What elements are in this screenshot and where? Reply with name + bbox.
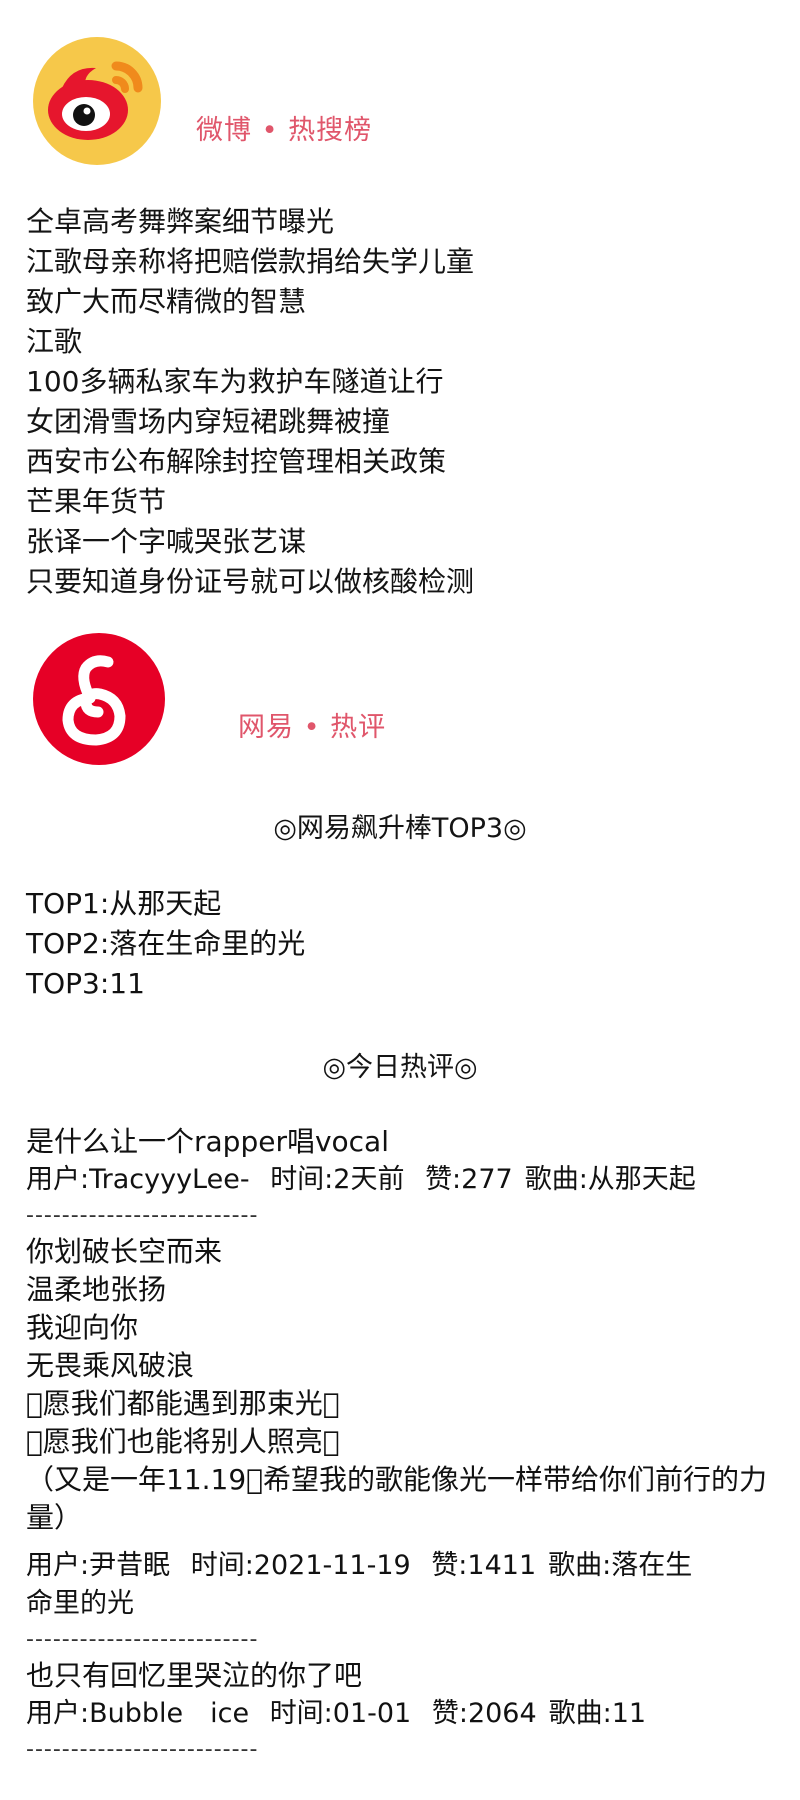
comment-likes: 赞:1411	[431, 1550, 537, 1581]
today-hot-comments-heading: ◎今日热评◎	[322, 1052, 478, 1083]
hot-comments-list: 是什么让一个rapper唱vocal 用户:TracyyyLee- 时间:2天前…	[26, 1123, 776, 1767]
comment-song[interactable]: 歌曲:从那天起	[525, 1164, 696, 1195]
hot-search-item[interactable]: 只要知道身份证号就可以做核酸检测	[26, 562, 474, 602]
comment-likes: 赞:277	[425, 1164, 513, 1195]
comment-time: 时间:2天前	[270, 1164, 405, 1195]
weibo-logo-icon	[33, 37, 161, 165]
hot-search-item[interactable]: 100多辆私家车为救护车隧道让行	[26, 362, 474, 402]
hot-search-item[interactable]: 致广大而尽精微的智慧	[26, 282, 474, 322]
weibo-section-title: 微博 • 热搜榜	[196, 115, 373, 146]
comment-text: 你划破长空而来	[26, 1235, 223, 1268]
top3-list: TOP1:从那天起 TOP2:落在生命里的光 TOP3:11	[26, 884, 305, 1004]
divider: --------------------------	[26, 1737, 259, 1762]
comment-user[interactable]: 用户:Bubble ice	[26, 1698, 249, 1729]
comment-item: 是什么让一个rapper唱vocal 用户:TracyyyLee- 时间:2天前…	[26, 1123, 776, 1199]
divider: --------------------------	[26, 1627, 259, 1652]
comment-text: 󾓮愿我们都能遇到那束光󾓮	[26, 1387, 340, 1420]
comment-meta: 用户:Bubble ice 时间:01-01 赞:2064 歌曲:11	[26, 1695, 776, 1733]
hot-search-item[interactable]: 西安市公布解除封控管理相关政策	[26, 442, 474, 482]
comment-text: 也只有回忆里哭泣的你了吧	[26, 1659, 363, 1692]
divider: --------------------------	[26, 1203, 259, 1228]
comment-item: 你划破长空而来 温柔地张扬 我迎向你 无畏乘风破浪 󾓮愿我们都能遇到那束光󾓮 󾓮…	[26, 1233, 776, 1623]
netease-section-title: 网易 • 热评	[238, 712, 387, 743]
comment-song[interactable]: 歌曲:11	[549, 1698, 646, 1729]
comment-user[interactable]: 用户:TracyyyLee-	[26, 1164, 250, 1195]
top3-heading: ◎网易飙升棒TOP3◎	[273, 813, 527, 844]
hot-search-item[interactable]: 女团滑雪场内穿短裙跳舞被撞	[26, 402, 474, 442]
comment-text: 是什么让一个rapper唱vocal	[26, 1125, 389, 1158]
page: 微博 • 热搜榜 仝卓高考舞弊案细节曝光 江歌母亲称将把赔偿款捐给失学儿童 致广…	[0, 0, 800, 1800]
comment-time: 时间:01-01	[269, 1698, 412, 1729]
hot-search-item[interactable]: 张译一个字喊哭张艺谋	[26, 522, 474, 562]
comment-text: 󾓮愿我们也能将别人照亮󾓮	[26, 1425, 340, 1458]
comment-user[interactable]: 用户:尹昔眠	[26, 1550, 170, 1581]
top-song-item[interactable]: TOP1:从那天起	[26, 884, 305, 924]
hot-search-item[interactable]: 芒果年货节	[26, 482, 474, 522]
comment-item: 也只有回忆里哭泣的你了吧 用户:Bubble ice 时间:01-01 赞:20…	[26, 1657, 776, 1733]
comment-text: （又是一年11.19󾓮希望我的歌能像光一样带给你们前行的力量）	[26, 1463, 767, 1534]
netease-music-logo-icon	[33, 633, 165, 765]
comment-likes: 赞:2064	[431, 1698, 537, 1729]
hot-search-item[interactable]: 江歌母亲称将把赔偿款捐给失学儿童	[26, 242, 474, 282]
comment-text: 我迎向你	[26, 1311, 139, 1344]
weibo-hot-list: 仝卓高考舞弊案细节曝光 江歌母亲称将把赔偿款捐给失学儿童 致广大而尽精微的智慧 …	[26, 202, 474, 602]
comment-text: 温柔地张扬	[26, 1273, 167, 1306]
comment-text: 无畏乘风破浪	[26, 1349, 195, 1382]
comment-time: 时间:2021-11-19	[190, 1550, 411, 1581]
top-song-item[interactable]: TOP3:11	[26, 964, 305, 1004]
comment-meta: 用户:TracyyyLee- 时间:2天前 赞:277 歌曲:从那天起	[26, 1161, 776, 1199]
hot-search-item[interactable]: 仝卓高考舞弊案细节曝光	[26, 202, 474, 242]
hot-search-item[interactable]: 江歌	[26, 322, 474, 362]
top-song-item[interactable]: TOP2:落在生命里的光	[26, 924, 305, 964]
comment-meta: 用户:尹昔眠 时间:2021-11-19 赞:1411 歌曲:落在生命里的光	[26, 1547, 706, 1623]
